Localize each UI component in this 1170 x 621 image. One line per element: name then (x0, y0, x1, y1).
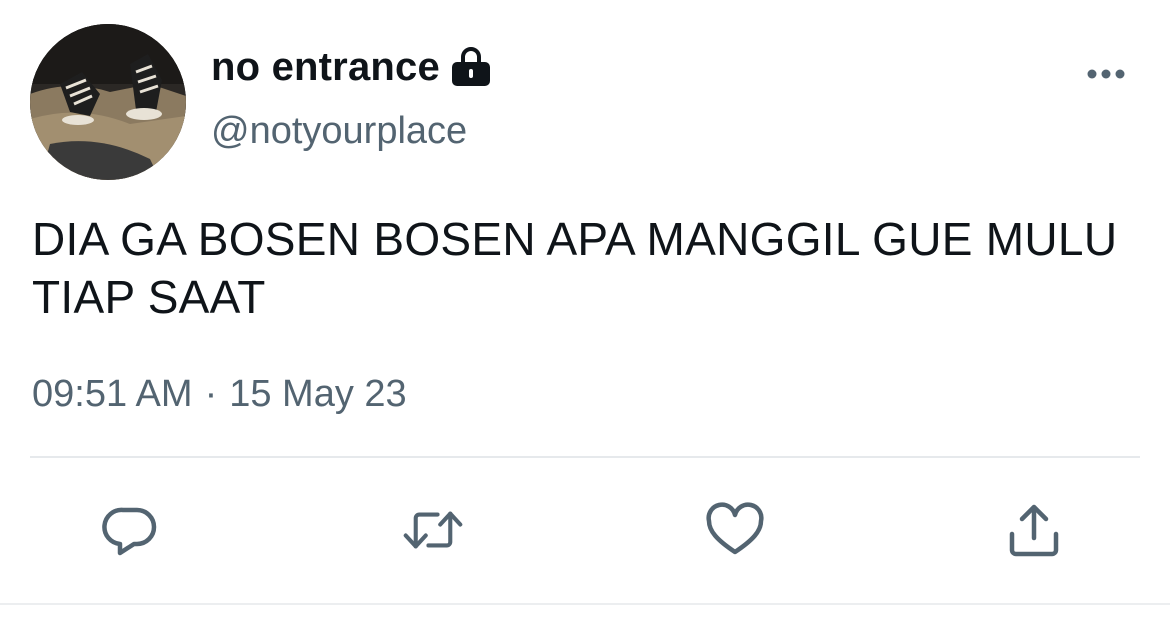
display-name-row: no entrance (211, 42, 492, 92)
avatar[interactable] (30, 24, 186, 180)
avatar-image (30, 24, 186, 180)
handle[interactable]: @notyourplace (211, 110, 467, 153)
tweet-date: 15 May 23 (229, 373, 407, 415)
bottom-divider (0, 603, 1170, 605)
more-icon[interactable] (1084, 62, 1128, 86)
retweet-button[interactable] (403, 502, 463, 558)
share-icon (1009, 504, 1059, 557)
lock-icon (450, 47, 492, 87)
reply-button[interactable] (100, 502, 160, 558)
share-button[interactable] (1004, 502, 1064, 558)
heart-icon (706, 502, 764, 555)
tweet-timestamp[interactable]: 09:51 AM · 15 May 23 (32, 373, 407, 416)
like-button[interactable] (705, 502, 765, 558)
meta-separator: · (204, 373, 218, 415)
tweet-card: no entrance @notyourplace DIA GA BOSEN B… (0, 0, 1170, 621)
reply-icon (102, 507, 157, 556)
tweet-time: 09:51 AM (32, 373, 193, 415)
display-name[interactable]: no entrance (211, 45, 440, 90)
retweet-icon (403, 511, 463, 549)
divider (30, 456, 1140, 458)
tweet-text: DIA GA BOSEN BOSEN APA MANGGIL GUE MULU … (32, 213, 1118, 323)
